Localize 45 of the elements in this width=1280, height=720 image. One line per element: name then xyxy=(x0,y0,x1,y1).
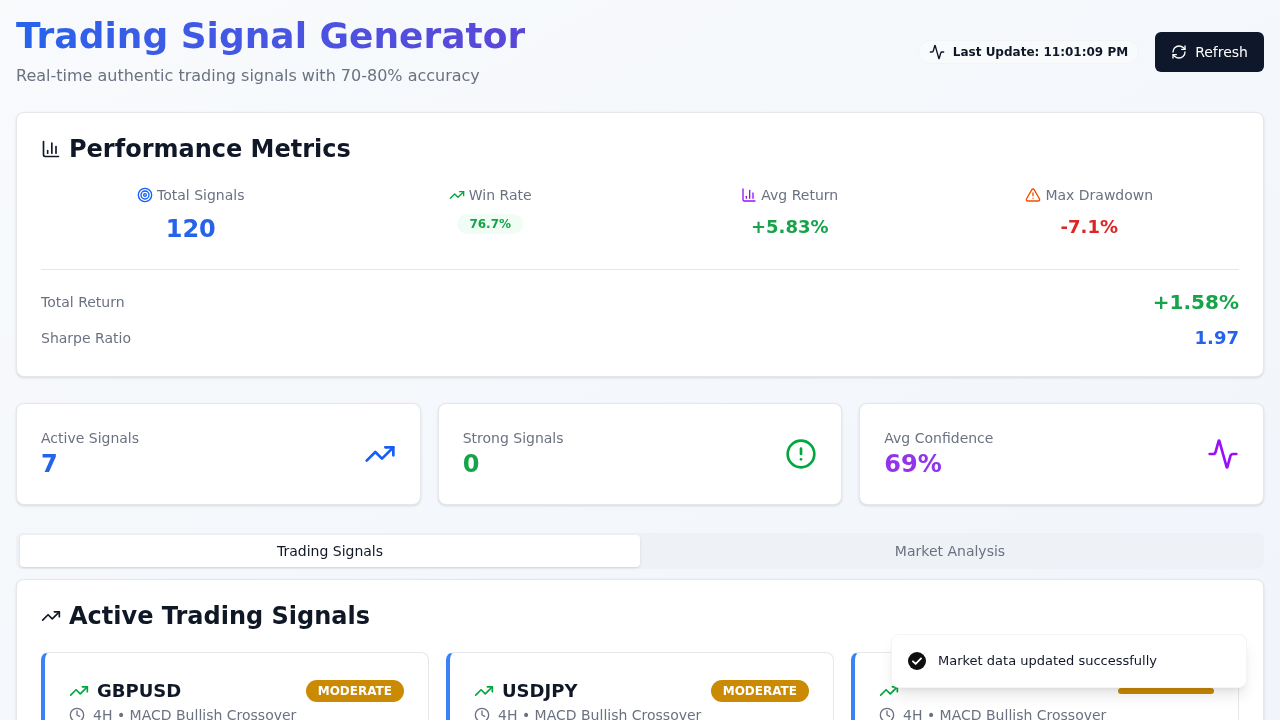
stat-value: 0 xyxy=(462,449,481,480)
section-title: Performance Metrics xyxy=(69,134,351,165)
signal-detail: 4H • MACD Bullish Crossover xyxy=(93,706,297,720)
tab[interactable]: Market Analysis xyxy=(640,535,1260,567)
page-subtitle: Real-time authentic trading signals with 70-80% accuracy xyxy=(16,65,481,87)
summary-value: 1.97 xyxy=(1194,326,1239,350)
target-icon xyxy=(137,187,153,203)
check-circle-icon xyxy=(908,652,926,670)
signal-detail: 4H • MACD Bullish Crossover xyxy=(498,706,702,720)
strength-tag: MODERATE xyxy=(710,680,809,702)
signal-detail: 4H • MACD Bullish Crossover xyxy=(903,706,1107,720)
stat-label: Avg Confidence xyxy=(884,429,994,448)
tab[interactable]: Trading Signals xyxy=(20,535,640,567)
clock-icon xyxy=(69,707,85,720)
section-title: Active Trading Signals xyxy=(69,601,371,632)
stat-value: 69% xyxy=(884,449,943,480)
alert-circle-icon xyxy=(785,438,818,470)
refresh-icon xyxy=(1171,44,1188,60)
stat-label: Strong Signals xyxy=(462,429,564,448)
metric-label: Max Drawdown xyxy=(1045,186,1154,205)
refresh-button[interactable]: Refresh xyxy=(1155,32,1264,72)
metric-label: Total Signals xyxy=(157,186,245,205)
signal-symbol: USDJPY xyxy=(502,679,578,703)
metric-value: 76.7% xyxy=(457,214,524,234)
pulse-icon xyxy=(928,44,945,60)
clock-icon xyxy=(474,707,490,720)
metric-value: -7.1% xyxy=(1060,215,1118,239)
metric-label: Avg Return xyxy=(761,186,839,205)
metric-label: Win Rate xyxy=(468,186,532,205)
summary-value: +1.58% xyxy=(1152,289,1239,316)
bar-chart-icon xyxy=(741,187,758,203)
summary-label: Sharpe Ratio xyxy=(41,329,131,348)
stat-value: 7 xyxy=(41,449,59,480)
metric-value: 120 xyxy=(165,214,216,245)
strength-tag: MODERATE xyxy=(305,680,404,702)
bar-chart-icon xyxy=(41,139,61,159)
stat-label: Active Signals xyxy=(41,429,140,448)
summary-label: Total Return xyxy=(41,293,125,312)
pulse-icon xyxy=(1207,438,1239,470)
last-update-text: Last Update: 11:01:09 PM xyxy=(952,44,1129,61)
warning-icon xyxy=(1025,187,1042,203)
clock-icon xyxy=(879,707,895,720)
toast-message: Market data updated successfully xyxy=(938,652,1157,670)
signal-symbol: GBPUSD xyxy=(97,679,182,703)
metric-value: +5.83% xyxy=(751,215,829,239)
